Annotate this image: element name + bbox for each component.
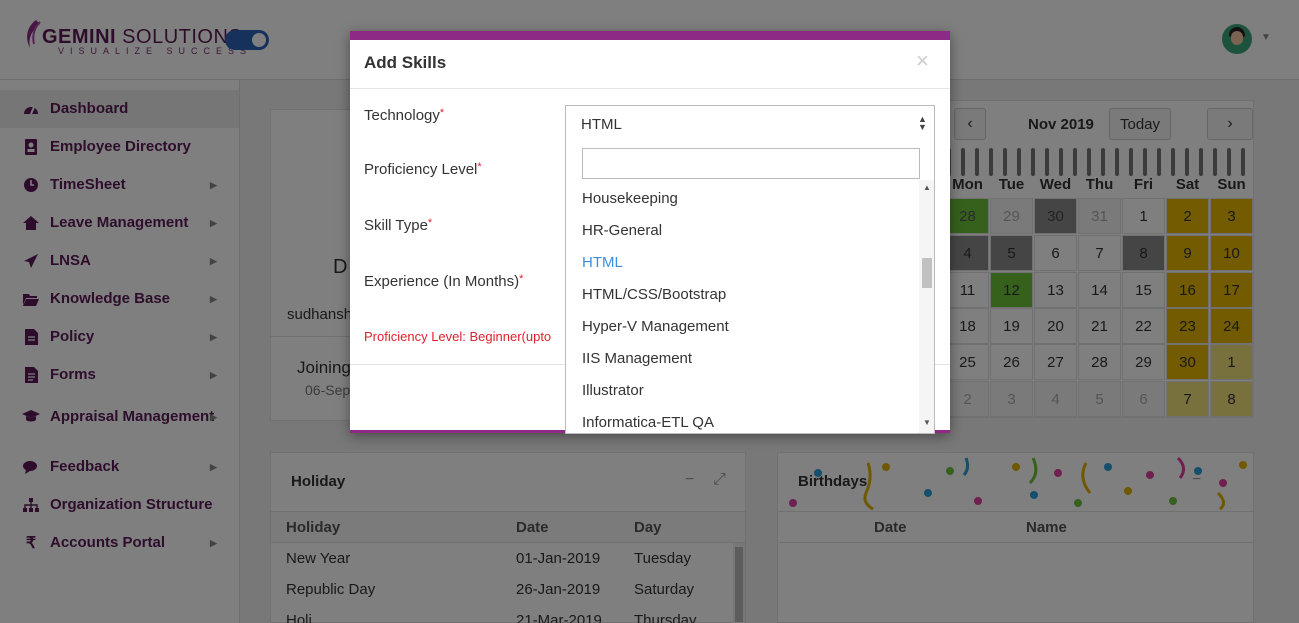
modal-title: Add Skills <box>364 53 447 72</box>
technology-option[interactable]: Housekeeping <box>582 190 678 207</box>
skill-type-label: Skill Type* <box>364 217 433 234</box>
technology-option[interactable]: Informatica-ETL QA <box>582 414 714 431</box>
select-arrows-icon: ▲ ▼ <box>918 114 927 132</box>
experience-label: Experience (In Months)* <box>364 273 524 290</box>
technology-select[interactable]: HTML ▲ ▼ <box>565 105 935 142</box>
technology-search-input[interactable] <box>582 148 920 179</box>
technology-option[interactable]: Illustrator <box>582 382 644 399</box>
technology-option[interactable]: HR-General <box>582 222 662 239</box>
dropdown-scrollbar[interactable]: ▲ ▼ <box>919 180 934 433</box>
scroll-up-arrow-icon[interactable]: ▲ <box>923 183 931 192</box>
technology-option[interactable]: HTML/CSS/Bootstrap <box>582 286 726 303</box>
close-icon[interactable]: × <box>916 48 929 74</box>
scrollbar-thumb[interactable] <box>922 258 932 288</box>
technology-dropdown: Housekeeping HR-General HTML HTML/CSS/Boots… <box>565 142 935 434</box>
technology-selected-value: HTML <box>581 116 622 133</box>
proficiency-note: Proficiency Level: Beginner(upto <box>364 329 552 344</box>
technology-option[interactable]: IIS Management <box>582 350 692 367</box>
proficiency-level-label: Proficiency Level* <box>364 161 482 178</box>
technology-option[interactable]: HTML <box>582 254 623 271</box>
technology-label: Technology* <box>364 107 445 124</box>
technology-option[interactable]: Hyper-V Management <box>582 318 729 335</box>
scroll-down-arrow-icon[interactable]: ▼ <box>923 418 931 427</box>
